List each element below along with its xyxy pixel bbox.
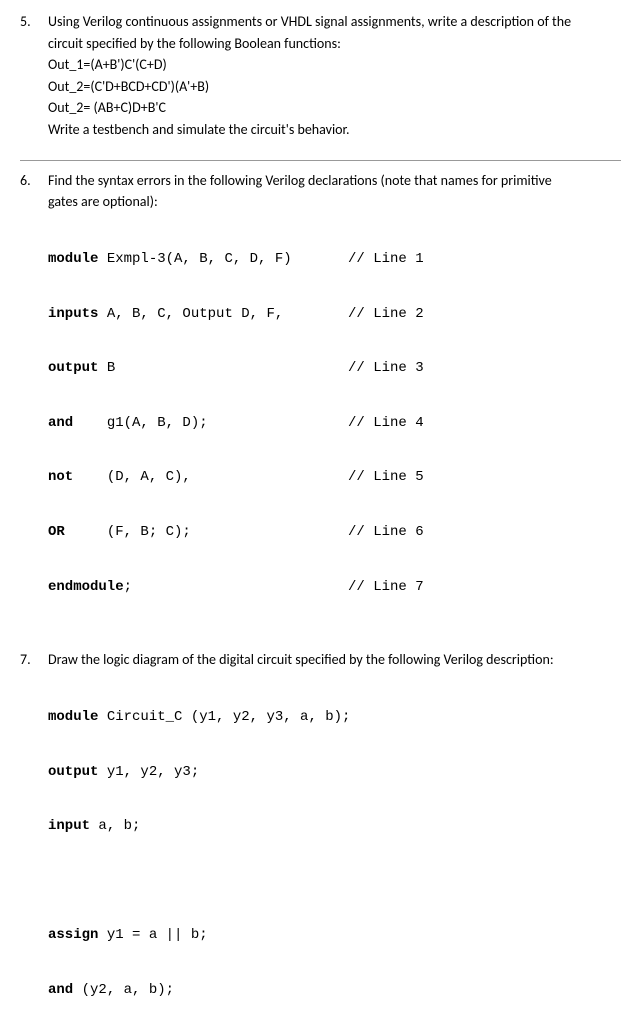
problem-text-line: Using Verilog continuous assignments or … [48, 12, 621, 32]
code-comment: // Line 1 [348, 250, 621, 268]
code-line: inputs A, B, C, Output D, F, // Line 2 [48, 305, 621, 323]
problem-7: 7. Draw the logic diagram of the digital… [20, 650, 621, 1036]
code-text: Exmpl-3(A, B, C, D, F) [98, 251, 291, 267]
problem-number: 6. [20, 171, 48, 191]
code-line: and g1(A, B, D); // Line 4 [48, 414, 621, 432]
code-comment: // Line 5 [348, 468, 621, 486]
code-line: module Circuit_C (y1, y2, y3, a, b); [48, 708, 621, 726]
code-line: not (D, A, C), // Line 5 [48, 468, 621, 486]
problem-text-line: Find the syntax errors in the following … [48, 171, 621, 191]
keyword: inputs [48, 306, 98, 322]
problem-number: 5. [20, 12, 48, 32]
code-line: and (y2, a, b); [48, 981, 621, 999]
code-block: module Circuit_C (y1, y2, y3, a, b); out… [48, 672, 621, 1036]
problem-6: 6. Find the syntax errors in the followi… [20, 171, 621, 633]
code-comment: // Line 7 [348, 578, 621, 596]
problem-header: 6. Find the syntax errors in the followi… [20, 171, 621, 633]
keyword: and [48, 415, 73, 431]
code-line: endmodule; // Line 7 [48, 578, 621, 596]
code-comment: // Line 4 [348, 414, 621, 432]
code-line: assign y3 = a && b; [48, 1035, 621, 1036]
code-line: module Exmpl-3(A, B, C, D, F) // Line 1 [48, 250, 621, 268]
code-text: Circuit_C (y1, y2, y3, a, b); [98, 709, 350, 725]
code-comment: // Line 6 [348, 523, 621, 541]
code-text: A, B, C, Output D, F, [98, 306, 283, 322]
code-text: y1 = a || b; [98, 927, 207, 943]
code-text: (F, B; C); [65, 524, 191, 540]
code-line [48, 872, 621, 890]
code-line: output B // Line 3 [48, 359, 621, 377]
keyword: assign [48, 927, 98, 943]
problem-number: 7. [20, 650, 48, 670]
code-text: g1(A, B, D); [73, 415, 207, 431]
code-text: ; [124, 579, 132, 595]
keyword: module [48, 709, 98, 725]
separator [20, 160, 621, 161]
keyword: OR [48, 524, 65, 540]
keyword: module [48, 251, 98, 267]
code-text: (y2, a, b); [73, 982, 174, 998]
keyword: output [48, 360, 98, 376]
problem-content: Draw the logic diagram of the digital ci… [48, 650, 621, 1036]
problem-header: 7. Draw the logic diagram of the digital… [20, 650, 621, 1036]
problem-text-line: circuit specified by the following Boole… [48, 34, 621, 54]
keyword: endmodule [48, 579, 124, 595]
problem-content: Find the syntax errors in the following … [48, 171, 621, 633]
equation: Out_2=(C'D+BCD+CD')(A'+B) [48, 77, 621, 97]
code-line: output y1, y2, y3; [48, 763, 621, 781]
equation: Out_2= (AB+C)D+B'C [48, 98, 621, 118]
code-line: input a, b; [48, 817, 621, 835]
code-text: (D, A, C), [73, 469, 191, 485]
equation: Out_1=(A+B')C'(C+D) [48, 55, 621, 75]
code-text: a, b; [90, 818, 140, 834]
code-text: B [98, 360, 115, 376]
problem-text-line: Write a testbench and simulate the circu… [48, 120, 621, 140]
code-block: module Exmpl-3(A, B, C, D, F) // Line 1 i… [48, 214, 621, 632]
code-text: y1, y2, y3; [98, 764, 199, 780]
keyword: and [48, 982, 73, 998]
code-line: OR (F, B; C); // Line 6 [48, 523, 621, 541]
keyword: input [48, 818, 90, 834]
code-line: assign y1 = a || b; [48, 926, 621, 944]
problem-text-line: Draw the logic diagram of the digital ci… [48, 650, 621, 670]
problem-content: Using Verilog continuous assignments or … [48, 12, 621, 142]
problem-header: 5. Using Verilog continuous assignments … [20, 12, 621, 142]
keyword: not [48, 469, 73, 485]
problem-5: 5. Using Verilog continuous assignments … [20, 12, 621, 142]
code-comment: // Line 2 [348, 305, 621, 323]
problem-text-line: gates are optional): [48, 192, 621, 212]
code-comment: // Line 3 [348, 359, 621, 377]
keyword: output [48, 764, 98, 780]
